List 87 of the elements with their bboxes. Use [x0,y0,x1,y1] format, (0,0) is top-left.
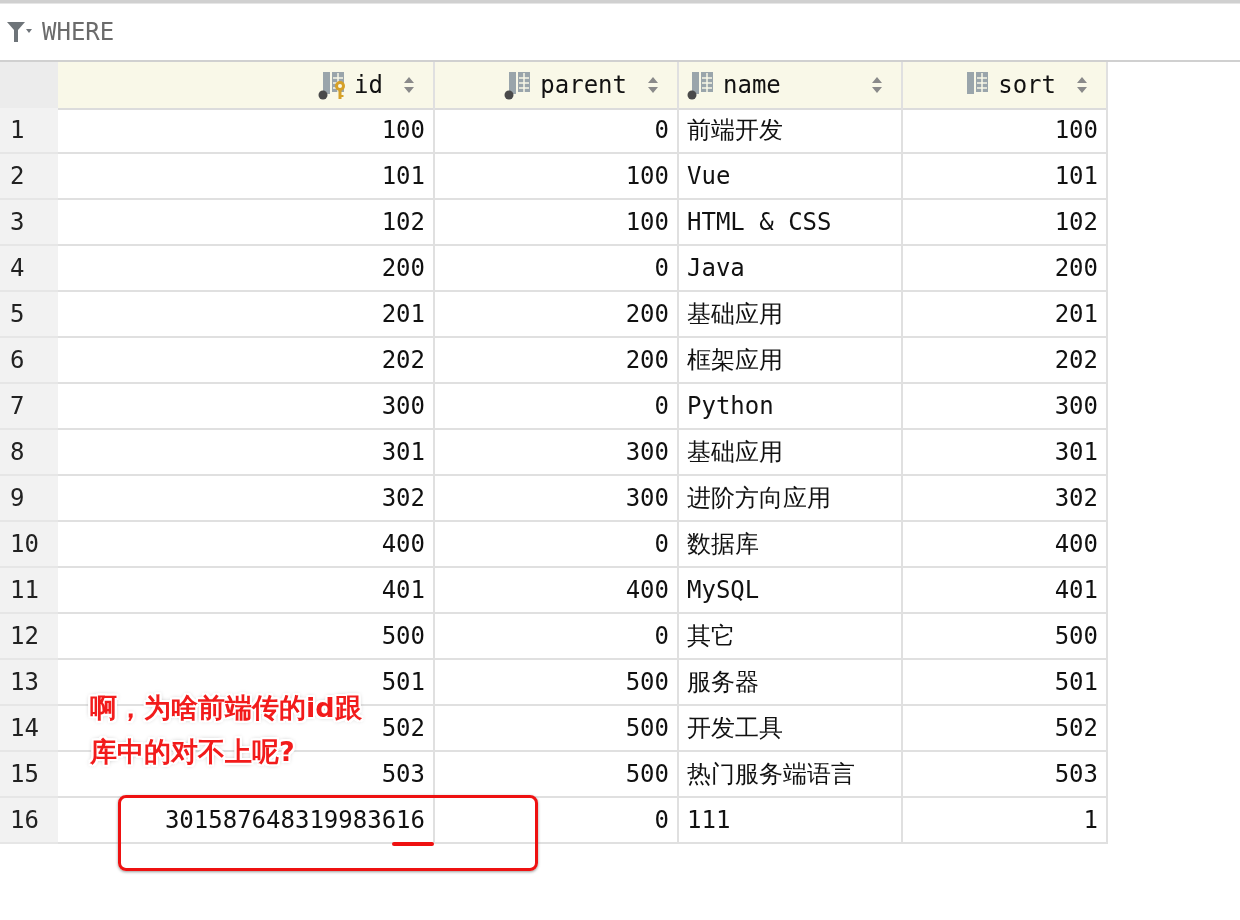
table-cell: 500 [435,660,679,706]
table-cell: 数据库 [679,522,903,568]
row-number: 5 [0,292,58,338]
row-number: 3 [0,200,58,246]
row-number: 1 [0,108,58,154]
table-cell: 101 [903,154,1108,200]
table-cell: 200 [435,292,679,338]
table-cell: 其它 [679,614,903,660]
table-cell: 100 [903,108,1108,154]
table-cell: 101 [58,154,435,200]
table-cell: 301 [903,430,1108,476]
column-header[interactable]: parent [435,62,679,110]
table-cell: 202 [903,338,1108,384]
table-cell: 401 [903,568,1108,614]
table-cell: 服务器 [679,660,903,706]
table-cell: 0 [435,246,679,292]
row-number: 2 [0,154,58,200]
table-cell: 501 [903,660,1108,706]
table-cell: 300 [435,430,679,476]
table-cell: 100 [435,200,679,246]
table-cell: 基础应用 [679,430,903,476]
table-cell: 201 [58,292,435,338]
table-cell: 0 [435,384,679,430]
table-cell: 100 [435,154,679,200]
table-cell: 111 [679,798,903,844]
table-cell: 前端开发 [679,108,903,154]
row-number: 13 [0,660,58,706]
sort-icon[interactable] [1076,76,1088,94]
table-cell: 502 [903,706,1108,752]
table-cell: Java [679,246,903,292]
row-number: 4 [0,246,58,292]
row-number: 6 [0,338,58,384]
table-cell: 300 [58,384,435,430]
table-cell: Python [679,384,903,430]
table-cell: MySQL [679,568,903,614]
table-cell: 500 [435,706,679,752]
table-cell: 401 [58,568,435,614]
table-cell: 300 [435,476,679,522]
table-cell: 100 [58,108,435,154]
table-cell: 1 [903,798,1108,844]
table-cell: 302 [58,476,435,522]
table-cell: 0 [435,108,679,154]
table-cell: 开发工具 [679,706,903,752]
table-cell: 热门服务端语言 [679,752,903,798]
sort-icon[interactable] [871,76,883,94]
table-cell: 0 [435,798,679,844]
table-cell: 400 [903,522,1108,568]
table-cell: 300 [903,384,1108,430]
table-cell: 框架应用 [679,338,903,384]
row-number: 14 [0,706,58,752]
table-cell: HTML & CSS [679,200,903,246]
sort-icon[interactable] [647,76,659,94]
table-cell: 503 [903,752,1108,798]
filter-icon[interactable] [6,20,32,44]
table-cell: 102 [58,200,435,246]
row-number: 15 [0,752,58,798]
table-cell: 基础应用 [679,292,903,338]
sort-icon[interactable] [403,76,415,94]
table-cell: 500 [435,752,679,798]
filter-label[interactable]: WHERE [42,18,115,46]
row-number: 9 [0,476,58,522]
table-cell: 500 [903,614,1108,660]
row-number: 11 [0,568,58,614]
table-cell: 0 [435,614,679,660]
column-header[interactable]: id [58,62,435,110]
column-header[interactable]: name [679,62,903,110]
table-cell: 400 [58,522,435,568]
table-cell: 500 [58,614,435,660]
table-cell: 进阶方向应用 [679,476,903,522]
table-cell: 102 [903,200,1108,246]
row-number: 10 [0,522,58,568]
column-header[interactable]: sort [903,62,1108,110]
table-cell: 301 [58,430,435,476]
row-number: 12 [0,614,58,660]
table-cell: 0 [435,522,679,568]
table-cell: 200 [435,338,679,384]
underline-mark [392,842,434,846]
table-cell: 200 [58,246,435,292]
table-cell: 302 [903,476,1108,522]
table-cell: 201 [903,292,1108,338]
row-number: 16 [0,798,58,844]
table-cell: Vue [679,154,903,200]
table-cell: 200 [903,246,1108,292]
row-number: 8 [0,430,58,476]
row-number: 7 [0,384,58,430]
table-cell: 400 [435,568,679,614]
table-cell: 202 [58,338,435,384]
